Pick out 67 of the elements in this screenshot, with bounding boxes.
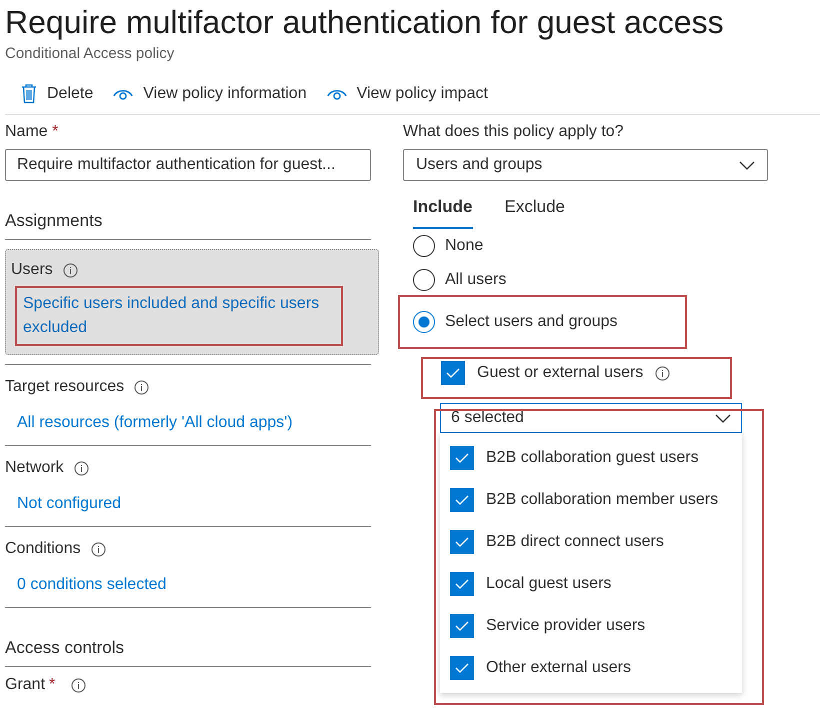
checkmark-icon <box>455 453 469 463</box>
guest-types-dropdown[interactable]: 6 selected <box>440 403 742 433</box>
assignment-link[interactable]: Not configured <box>17 492 122 516</box>
assignment-label: Users <box>11 261 53 279</box>
radio-button[interactable] <box>413 235 435 257</box>
radio-button[interactable] <box>413 269 435 291</box>
section-heading: Assignments <box>5 211 104 232</box>
checkbox-option[interactable]: Guest or external users <box>423 359 730 397</box>
info-icon <box>90 542 106 556</box>
eye-icon <box>326 87 347 101</box>
assignment-row[interactable]: Target resources All resources (formerly 'All cloud apps') <box>5 365 371 445</box>
checkbox[interactable] <box>450 530 474 554</box>
radio-button[interactable] <box>413 311 435 333</box>
trash-icon <box>21 84 37 104</box>
checkmark-icon <box>455 621 469 631</box>
assignment-row[interactable]: Network Not configured <box>5 446 371 526</box>
checkmark-icon <box>455 537 469 547</box>
apply-to-dropdown[interactable]: Users and groups <box>403 149 768 181</box>
chevron-down-icon <box>739 160 755 170</box>
required-asterisk: * <box>49 676 56 694</box>
tab[interactable]: Exclude <box>504 195 565 229</box>
toolbar-button[interactable]: Delete <box>21 80 94 108</box>
info-icon <box>655 366 670 380</box>
menu-option[interactable]: Other external users <box>440 647 742 689</box>
page-subtitle: Conditional Access policy <box>4 44 176 62</box>
radio-option[interactable]: Select users and groups <box>400 297 685 347</box>
assignment-label: Conditions <box>5 540 81 558</box>
checkmark-icon <box>455 579 469 589</box>
toolbar-button[interactable]: View policy information <box>113 80 307 108</box>
field-label: Name <box>5 123 48 140</box>
assignment-label: Network <box>5 459 64 477</box>
menu-option[interactable]: Local guest users <box>440 563 742 605</box>
name-field[interactable]: Require multifactor authentication for guest... <box>5 149 371 181</box>
checkmark-icon <box>455 495 469 505</box>
assignment-link[interactable]: Specific users included and specific users excluded <box>17 288 341 344</box>
assignment-link[interactable]: All resources (formerly 'All cloud apps') <box>17 411 293 435</box>
radio-option[interactable]: All users <box>413 263 506 297</box>
checkbox[interactable] <box>450 614 474 638</box>
menu-option[interactable]: B2B collaboration guest users <box>440 437 742 479</box>
toolbar-button[interactable]: View policy impact <box>326 80 488 108</box>
assignment-label: Target resources <box>5 378 124 396</box>
eye-icon <box>113 87 134 101</box>
assignment-card[interactable]: Users Specific users included and specific users excluded <box>5 249 379 355</box>
assignment-row[interactable]: Conditions 0 conditions selected <box>5 527 371 607</box>
info-icon <box>134 380 150 394</box>
checkmark-icon <box>455 663 469 673</box>
checkbox[interactable] <box>450 572 474 596</box>
chevron-down-icon <box>715 414 731 422</box>
info-icon <box>74 460 89 476</box>
required-asterisk: * <box>52 123 58 140</box>
checkbox[interactable] <box>441 361 465 385</box>
menu-option[interactable]: B2B collaboration member users <box>440 479 742 521</box>
info-icon <box>62 262 78 278</box>
field-label: Grant <box>5 676 46 694</box>
menu-option[interactable]: B2B direct connect users <box>440 521 742 563</box>
tab[interactable]: Include <box>413 195 473 229</box>
radio-option[interactable]: None <box>413 229 484 263</box>
section-heading: Access controls <box>5 638 126 659</box>
checkbox[interactable] <box>450 488 474 512</box>
info-icon <box>71 678 86 692</box>
checkmark-icon <box>446 368 460 378</box>
field-label: What does this policy apply to? <box>403 123 625 142</box>
page-title: Require multifactor authentication for guest access <box>4 3 725 41</box>
checkbox[interactable] <box>450 446 474 470</box>
assignment-link[interactable]: 0 conditions selected <box>17 573 166 597</box>
menu-option[interactable]: Service provider users <box>440 605 742 647</box>
checkbox[interactable] <box>450 656 474 680</box>
